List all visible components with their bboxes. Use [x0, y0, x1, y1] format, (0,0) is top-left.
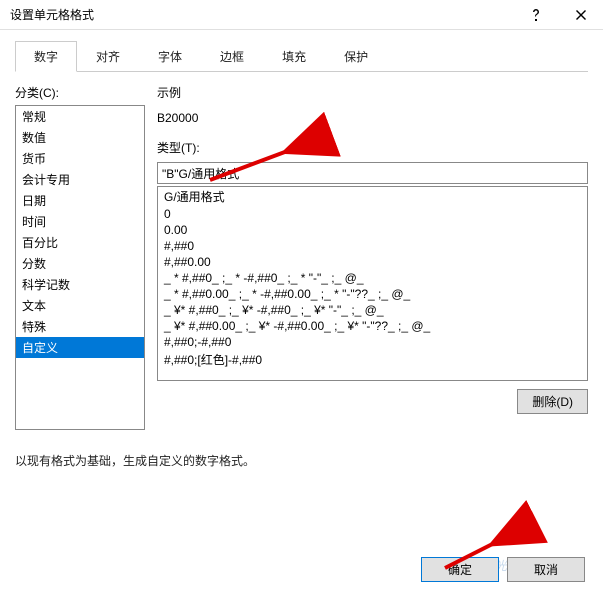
ok-button[interactable]: 确定	[421, 557, 499, 582]
help-button[interactable]	[513, 0, 558, 30]
category-item[interactable]: 日期	[16, 190, 144, 211]
tab-font[interactable]: 字体	[139, 41, 201, 72]
category-item[interactable]: 时间	[16, 211, 144, 232]
type-label: 类型(T):	[157, 139, 588, 156]
category-item[interactable]: 文本	[16, 295, 144, 316]
close-icon	[576, 10, 586, 20]
type-list-item[interactable]: #,##0.00	[158, 254, 587, 270]
tab-number[interactable]: 数字	[15, 41, 77, 72]
close-button[interactable]	[558, 0, 603, 30]
category-item[interactable]: 科学记数	[16, 274, 144, 295]
window-title: 设置单元格格式	[10, 6, 94, 23]
type-list-item[interactable]: _ * #,##0_ ;_ * -#,##0_ ;_ * "-"_ ;_ @_	[158, 270, 587, 286]
tab-protection[interactable]: 保护	[325, 41, 387, 72]
type-input[interactable]	[157, 162, 588, 184]
category-item[interactable]: 货币	[16, 148, 144, 169]
sample-value: B20000	[157, 107, 588, 139]
category-item[interactable]: 数值	[16, 127, 144, 148]
category-item[interactable]: 百分比	[16, 232, 144, 253]
category-listbox[interactable]: 常规数值货币会计专用日期时间百分比分数科学记数文本特殊自定义	[15, 105, 145, 430]
tab-label: 边框	[220, 50, 244, 64]
delete-button[interactable]: 删除(D)	[517, 389, 588, 414]
category-item[interactable]: 分数	[16, 253, 144, 274]
category-item[interactable]: 特殊	[16, 316, 144, 337]
type-list-item[interactable]: _ ¥* #,##0.00_ ;_ ¥* -#,##0.00_ ;_ ¥* "-…	[158, 318, 587, 334]
footer: 确定 取消	[421, 557, 585, 582]
cancel-button[interactable]: 取消	[507, 557, 585, 582]
type-list-item[interactable]: _ ¥* #,##0_ ;_ ¥* -#,##0_ ;_ ¥* "-"_ ;_ …	[158, 302, 587, 318]
tab-fill[interactable]: 填充	[263, 41, 325, 72]
type-list-item[interactable]: #,##0;[红色]-#,##0	[158, 350, 587, 369]
category-item[interactable]: 常规	[16, 106, 144, 127]
question-icon	[531, 9, 541, 21]
tab-label: 字体	[158, 50, 182, 64]
tab-border[interactable]: 边框	[201, 41, 263, 72]
type-list-item[interactable]: G/通用格式	[158, 187, 587, 206]
tab-label: 对齐	[96, 50, 120, 64]
tab-label: 数字	[34, 50, 58, 64]
tab-label: 保护	[344, 50, 368, 64]
type-list-item[interactable]: #,##0;-#,##0	[158, 334, 587, 350]
sample-label: 示例	[157, 84, 588, 101]
type-list-item[interactable]: 0	[158, 206, 587, 222]
type-listbox[interactable]: G/通用格式00.00#,##0#,##0.00_ * #,##0_ ;_ * …	[157, 186, 588, 381]
tab-label: 填充	[282, 50, 306, 64]
tab-strip: 数字 对齐 字体 边框 填充 保护	[15, 40, 588, 72]
titlebar: 设置单元格格式	[0, 0, 603, 30]
category-item[interactable]: 自定义	[16, 337, 144, 358]
tab-alignment[interactable]: 对齐	[77, 41, 139, 72]
type-list-item[interactable]: #,##0	[158, 238, 587, 254]
type-list-item[interactable]: _ * #,##0.00_ ;_ * -#,##0.00_ ;_ * "-"??…	[158, 286, 587, 302]
category-label: 分类(C):	[15, 84, 145, 101]
type-list-item[interactable]: 0.00	[158, 222, 587, 238]
category-item[interactable]: 会计专用	[16, 169, 144, 190]
hint-text: 以现有格式为基础，生成自定义的数字格式。	[15, 452, 588, 469]
